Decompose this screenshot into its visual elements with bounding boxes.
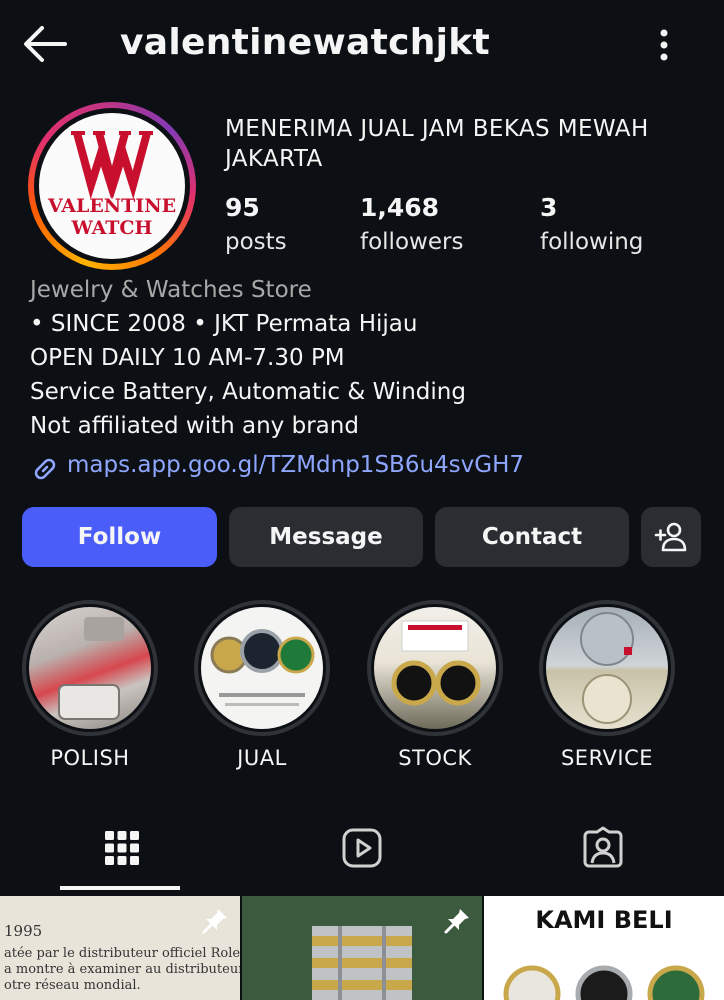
add-person-icon bbox=[654, 522, 687, 552]
posts-label: posts bbox=[225, 229, 287, 255]
stock-watches-image bbox=[391, 620, 481, 706]
highlight-cover bbox=[546, 607, 668, 729]
posts-count[interactable]: 95 posts bbox=[225, 192, 287, 260]
reels-icon bbox=[342, 828, 382, 868]
highlight-jual[interactable]: JUAL bbox=[192, 600, 332, 780]
post-text: KAMI BELI bbox=[535, 906, 673, 934]
bio-line: • SINCE 2008 • JKT Permata Hijau bbox=[30, 311, 418, 337]
watch-case-image bbox=[58, 617, 124, 720]
post-text: otre réseau mondial. bbox=[4, 978, 141, 993]
profile-tabs bbox=[0, 812, 724, 892]
following-label: following bbox=[540, 229, 644, 255]
watches-image bbox=[210, 629, 315, 706]
highlight-label: SERVICE bbox=[560, 746, 654, 770]
grid-icon bbox=[105, 831, 139, 865]
followers-number: 1,468 bbox=[360, 193, 440, 222]
follow-button[interactable]: Follow bbox=[22, 507, 217, 567]
tab-reels[interactable] bbox=[241, 812, 482, 892]
more-vertical-icon bbox=[660, 29, 668, 61]
post-thumbnail[interactable]: 1995 atée par le distributeur officiel R… bbox=[0, 896, 240, 1000]
tagged-icon bbox=[583, 826, 623, 868]
bio-line: Service Battery, Automatic & Winding bbox=[30, 379, 466, 405]
tab-posts-grid[interactable] bbox=[0, 812, 241, 892]
post-thumbnail[interactable] bbox=[242, 896, 482, 1000]
following-number: 3 bbox=[540, 193, 558, 222]
pin-icon bbox=[444, 909, 469, 934]
avatar: VALENTINE WATCH bbox=[39, 113, 185, 259]
contact-button[interactable]: Contact bbox=[435, 507, 629, 567]
followers-label: followers bbox=[360, 229, 464, 255]
more-options-button[interactable] bbox=[650, 26, 678, 64]
highlight-service[interactable]: SERVICE bbox=[537, 600, 677, 780]
highlight-polish[interactable]: POLISH bbox=[20, 600, 160, 780]
pin-icon bbox=[202, 909, 227, 934]
logo-text-line1: VALENTINE bbox=[47, 195, 177, 217]
watch-dial-image bbox=[580, 612, 634, 724]
highlight-label: JUAL bbox=[237, 746, 287, 770]
profile-category: Jewelry & Watches Store bbox=[30, 277, 312, 303]
post-text: atée par le distributeur officiel Rolex … bbox=[4, 946, 240, 961]
following-count[interactable]: 3 following bbox=[540, 192, 643, 260]
followers-count[interactable]: 1,468 followers bbox=[360, 192, 463, 260]
arrow-left-icon bbox=[24, 26, 67, 62]
highlight-stock[interactable]: STOCK bbox=[365, 600, 505, 780]
logo-text-line2: WATCH bbox=[71, 217, 153, 239]
highlight-cover bbox=[374, 607, 496, 729]
highlight-cover bbox=[201, 607, 323, 729]
tab-tagged[interactable] bbox=[482, 812, 723, 892]
valentine-watch-logo bbox=[71, 131, 153, 199]
message-button[interactable]: Message bbox=[229, 507, 423, 567]
post-text: 1995 bbox=[4, 922, 43, 940]
story-ring[interactable]: VALENTINE WATCH bbox=[28, 102, 196, 270]
profile-username: valentinewatchjkt bbox=[120, 22, 491, 63]
profile-link-text[interactable]: maps.app.goo.gl/TZMdnp1SB6u4svGH7 bbox=[67, 452, 524, 478]
top-bar: valentinewatchjkt bbox=[0, 0, 724, 92]
highlight-label: POLISH bbox=[50, 746, 130, 770]
bio-line: Not affiliated with any brand bbox=[30, 413, 359, 439]
highlight-label: STOCK bbox=[398, 746, 472, 770]
link-icon bbox=[34, 458, 56, 480]
post-thumbnail[interactable]: KAMI BELI bbox=[484, 896, 724, 1000]
posts-number: 95 bbox=[225, 193, 260, 222]
profile-full-name: MENERIMA JUAL JAM BEKAS MEWAH JAKARTA bbox=[225, 116, 649, 172]
watches-image bbox=[503, 965, 705, 1000]
suggested-users-button[interactable] bbox=[641, 507, 701, 567]
bio-line: OPEN DAILY 10 AM-7.30 PM bbox=[30, 345, 345, 371]
highlight-cover bbox=[29, 607, 151, 729]
back-button[interactable] bbox=[22, 24, 68, 64]
post-text: a montre à examiner au distributeur qui … bbox=[4, 962, 240, 977]
active-tab-indicator bbox=[60, 886, 180, 890]
